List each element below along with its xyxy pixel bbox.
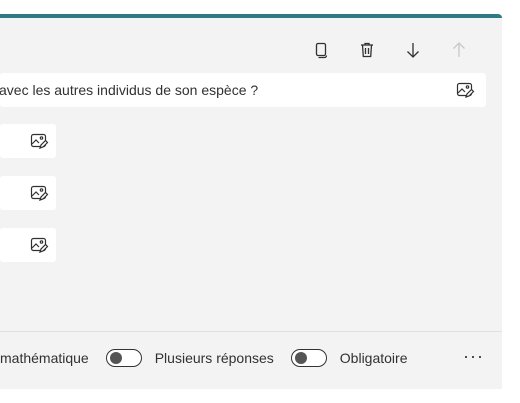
multiple-answers-toggle[interactable] xyxy=(290,348,327,367)
move-up-button[interactable] xyxy=(436,35,482,65)
copy-button[interactable] xyxy=(298,35,344,65)
copy-icon xyxy=(315,42,328,59)
option-media-button[interactable] xyxy=(26,180,52,206)
math-toggle[interactable] xyxy=(105,348,142,367)
image-edit-icon xyxy=(456,82,475,98)
option-media-button[interactable] xyxy=(26,232,52,258)
question-footer: mathématique Plusieurs réponses Obligato… xyxy=(0,331,502,383)
question-toolbar xyxy=(298,35,482,65)
move-down-icon xyxy=(407,43,419,58)
more-options-button[interactable]: ··· xyxy=(463,346,484,367)
multiple-answers-label: Plusieurs réponses xyxy=(154,349,274,366)
question-card: avec les autres individus de son espèce … xyxy=(0,14,502,389)
option-input[interactable] xyxy=(0,124,56,158)
move-up-icon xyxy=(453,42,465,57)
toggle-knob xyxy=(294,351,307,364)
image-edit-icon xyxy=(30,133,49,149)
question-input[interactable]: avec les autres individus de son espèce … xyxy=(0,73,486,107)
image-edit-icon xyxy=(30,185,49,201)
insert-media-button[interactable] xyxy=(452,77,478,103)
option-input[interactable] xyxy=(0,176,56,210)
math-label: mathématique xyxy=(0,349,89,366)
image-edit-icon xyxy=(30,237,49,253)
option-input[interactable] xyxy=(0,228,56,262)
move-down-button[interactable] xyxy=(390,35,436,65)
required-label: Obligatoire xyxy=(339,349,408,366)
option-media-button[interactable] xyxy=(26,128,52,154)
toggle-knob xyxy=(109,351,122,364)
delete-icon xyxy=(361,42,373,58)
question-text: avec les autres individus de son espèce … xyxy=(0,82,259,98)
delete-button[interactable] xyxy=(344,35,390,65)
